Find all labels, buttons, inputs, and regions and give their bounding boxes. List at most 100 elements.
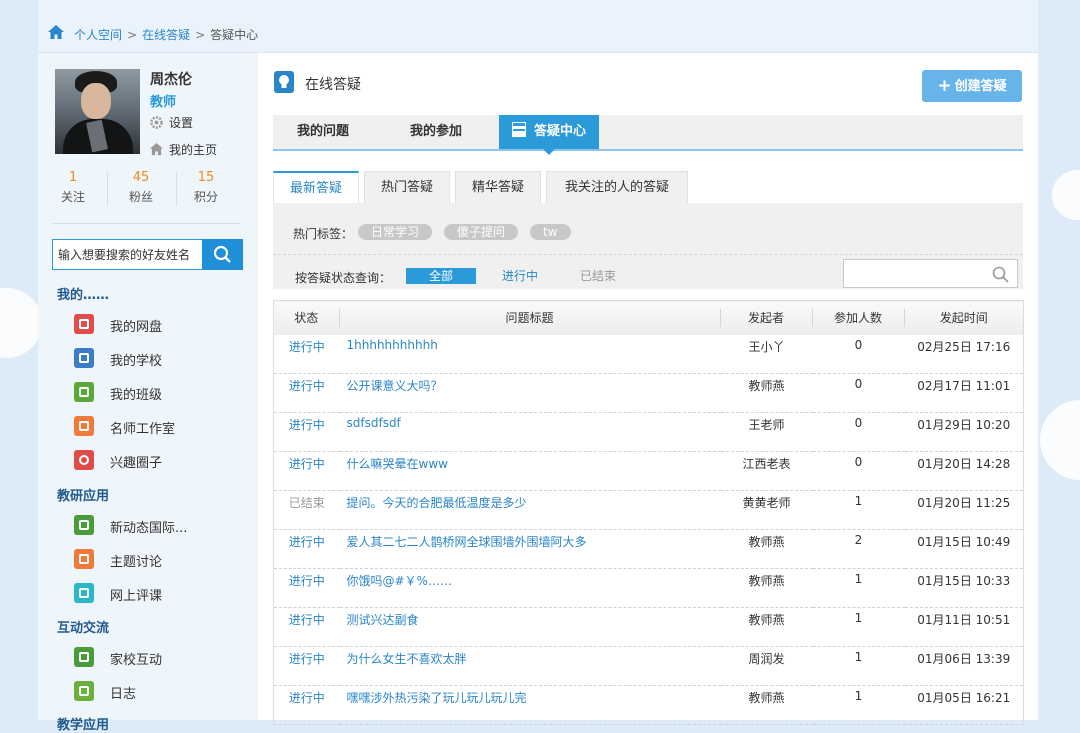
- sidebar-item-label: 网上评课: [110, 589, 163, 604]
- stat-value: 45: [132, 170, 150, 185]
- stat-value: 1: [68, 170, 78, 185]
- table-cell: 嘿嘿涉外热污染了玩儿玩儿玩儿完: [339, 685, 721, 725]
- sidebar-item-label: 新动态国际...: [110, 521, 188, 536]
- row-title-link[interactable]: 公开课意义大吗？: [340, 374, 721, 394]
- table-row[interactable]: 进行中 公开课意义大吗？ 教师燕 0 02月17日 11:01: [273, 373, 1024, 413]
- table-cell: 0: [812, 335, 905, 374]
- tab-my-questions[interactable]: 我的问题: [273, 115, 373, 149]
- row-title-link[interactable]: 测试兴达副食: [340, 608, 721, 628]
- table-cell: 01月20日 11:25: [904, 490, 1024, 530]
- hot-tag[interactable]: 傻子提问: [444, 224, 519, 240]
- row-participant-count: 2: [854, 533, 863, 547]
- table-row[interactable]: 进行中 1hhhhhhhhhhh 王小丫 0 02月25日 17:16: [273, 335, 1024, 374]
- sidebar-item-online-review[interactable]: 网上评课: [74, 581, 234, 605]
- sidebar-item-diary[interactable]: 日志: [74, 679, 234, 703]
- sidebar-item-label: 名师工作室: [110, 422, 176, 437]
- sidebar-item-topic-discussion[interactable]: 主题讨论: [74, 547, 234, 571]
- table-cell: 1: [812, 568, 905, 608]
- create-qa-button[interactable]: + 创建答疑: [922, 70, 1022, 102]
- status-filter-all[interactable]: 全部: [406, 268, 476, 284]
- sidebar-item-my-class[interactable]: 我的班级: [74, 380, 234, 404]
- tab-qa-center[interactable]: 答疑中心: [499, 115, 599, 155]
- stat-points[interactable]: 15 积分: [173, 170, 239, 205]
- row-status: 进行中: [288, 574, 325, 588]
- sub-tabs: 最新答疑 热门答疑 精华答疑 我关注的人的答疑: [273, 171, 1023, 203]
- sidebar-item-home-school[interactable]: 家校互动: [74, 645, 234, 669]
- breadcrumb-online-qa[interactable]: 在线答疑: [142, 28, 190, 42]
- table-row[interactable]: 进行中 sdfsdfsdf 王老师 0 01月29日 10:20: [273, 412, 1024, 452]
- divider: [52, 223, 241, 224]
- table-cell: 01月15日 10:33: [904, 568, 1024, 608]
- stat-label: 关注: [60, 190, 85, 204]
- subtab-featured[interactable]: 精华答疑: [455, 171, 541, 203]
- subtab-followed[interactable]: 我关注的人的答疑: [546, 171, 688, 203]
- row-title-link[interactable]: 提问。今天的合肥最低温度是多少: [340, 491, 721, 511]
- sidebar-item-master-studio[interactable]: 名师工作室: [74, 414, 234, 438]
- column-header-status: 状态: [273, 300, 340, 335]
- hot-tag[interactable]: tw: [530, 224, 571, 240]
- section-title-interaction: 互动交流: [57, 621, 110, 636]
- friend-search-button[interactable]: [202, 239, 243, 270]
- avatar[interactable]: [55, 69, 140, 154]
- user-name[interactable]: 周杰伦: [150, 69, 192, 89]
- row-author: 周润发: [748, 652, 785, 666]
- hot-tag[interactable]: 日常学习: [358, 224, 433, 240]
- row-title-link[interactable]: 什么嘛哭晕在www: [340, 452, 721, 472]
- question-search-input[interactable]: [844, 260, 992, 287]
- row-title-link[interactable]: 嘿嘿涉外热污染了玩儿玩儿玩儿完: [340, 686, 721, 706]
- row-title-link[interactable]: 你饿吗@#￥%……: [340, 569, 721, 589]
- table-cell: 进行中: [273, 373, 340, 413]
- sidebar-item-interest-circle[interactable]: 兴趣圈子: [74, 448, 234, 472]
- stat-following[interactable]: 1 关注: [40, 170, 106, 205]
- sidebar-item-label: 我的学校: [110, 354, 163, 369]
- status-filter-ongoing[interactable]: 进行中: [485, 268, 555, 284]
- table-cell: 教师燕: [720, 373, 813, 413]
- row-author: 黄黄老师: [742, 496, 791, 510]
- table-cell: 王小丫: [720, 335, 813, 374]
- row-title-link[interactable]: 1hhhhhhhhhhh: [340, 335, 721, 352]
- subtab-latest[interactable]: 最新答疑: [273, 171, 359, 203]
- table-cell: 提问。今天的合肥最低温度是多少: [339, 490, 721, 530]
- table-cell: 0: [812, 412, 905, 452]
- sidebar-item-news-intl[interactable]: 新动态国际...: [74, 513, 234, 537]
- table-row[interactable]: 进行中 你饿吗@#￥%…… 教师燕 1 01月15日 10:33: [273, 568, 1024, 608]
- table-cell: 进行中: [273, 529, 340, 569]
- sidebar-item-label: 家校互动: [110, 653, 163, 668]
- section-title-mine: 我的……: [57, 288, 110, 303]
- tab-my-participation[interactable]: 我的参加: [386, 115, 486, 149]
- row-status: 进行中: [288, 535, 325, 549]
- row-title-link[interactable]: 为什么女生不喜欢太胖: [340, 647, 721, 667]
- row-title-link[interactable]: sdfsdfsdf: [340, 413, 721, 430]
- table-row[interactable]: 进行中 什么嘛哭晕在www 江西老表 0 01月20日 14:28: [273, 451, 1024, 491]
- circle-icon: [74, 450, 94, 470]
- row-participant-count: 0: [854, 416, 863, 430]
- status-filter-ended[interactable]: 已结束: [563, 268, 633, 284]
- subtab-hot[interactable]: 热门答疑: [364, 171, 450, 203]
- row-author: 王老师: [748, 418, 785, 432]
- hot-tags-label: 热门标签：: [293, 227, 354, 241]
- sidebar-item-my-disk[interactable]: 我的网盘: [74, 312, 234, 336]
- table-row[interactable]: 已结束 提问。今天的合肥最低温度是多少 黄黄老师 1 01月20日 11:25: [273, 490, 1024, 530]
- search-icon[interactable]: [992, 266, 1010, 284]
- homepage-link[interactable]: 我的主页: [150, 141, 217, 158]
- table-body: 进行中 1hhhhhhhhhhh 王小丫 0 02月25日 17:16 进行中 公开课意义大…: [273, 335, 1024, 725]
- presentation-icon: [74, 515, 94, 535]
- stat-fans[interactable]: 45 粉丝: [108, 170, 174, 205]
- table-cell: 进行中: [273, 335, 340, 374]
- table-cell: 1: [812, 646, 905, 686]
- table-row[interactable]: 进行中 测试兴达副食 教师燕 1 01月11日 10:51: [273, 607, 1024, 647]
- row-start-time: 01月15日 10:49: [917, 535, 1011, 549]
- search-icon: [213, 245, 231, 263]
- row-title-link[interactable]: 爱人其二七二人鹊桥网全球围墙外围墙阿大多: [340, 530, 721, 550]
- breadcrumb-separator: >: [127, 28, 138, 42]
- table-row[interactable]: 进行中 为什么女生不喜欢太胖 周润发 1 01月06日 13:39: [273, 646, 1024, 686]
- breadcrumb-personal-space[interactable]: 个人空间: [74, 28, 122, 42]
- settings-link[interactable]: 设置: [150, 114, 193, 131]
- friend-search-input[interactable]: [53, 240, 204, 269]
- sidebar-item-my-school[interactable]: 我的学校: [74, 346, 234, 370]
- breadcrumb: 个人空间 > 在线答疑 > 答疑中心: [38, 0, 1038, 53]
- home-icon[interactable]: [48, 25, 64, 39]
- row-author: 王小丫: [748, 340, 785, 354]
- table-row[interactable]: 进行中 嘿嘿涉外热污染了玩儿玩儿玩儿完 教师燕 1 01月05日 16:21: [273, 685, 1024, 725]
- table-row[interactable]: 进行中 爱人其二七二人鹊桥网全球围墙外围墙阿大多 教师燕 2 01月15日 10:49: [273, 529, 1024, 569]
